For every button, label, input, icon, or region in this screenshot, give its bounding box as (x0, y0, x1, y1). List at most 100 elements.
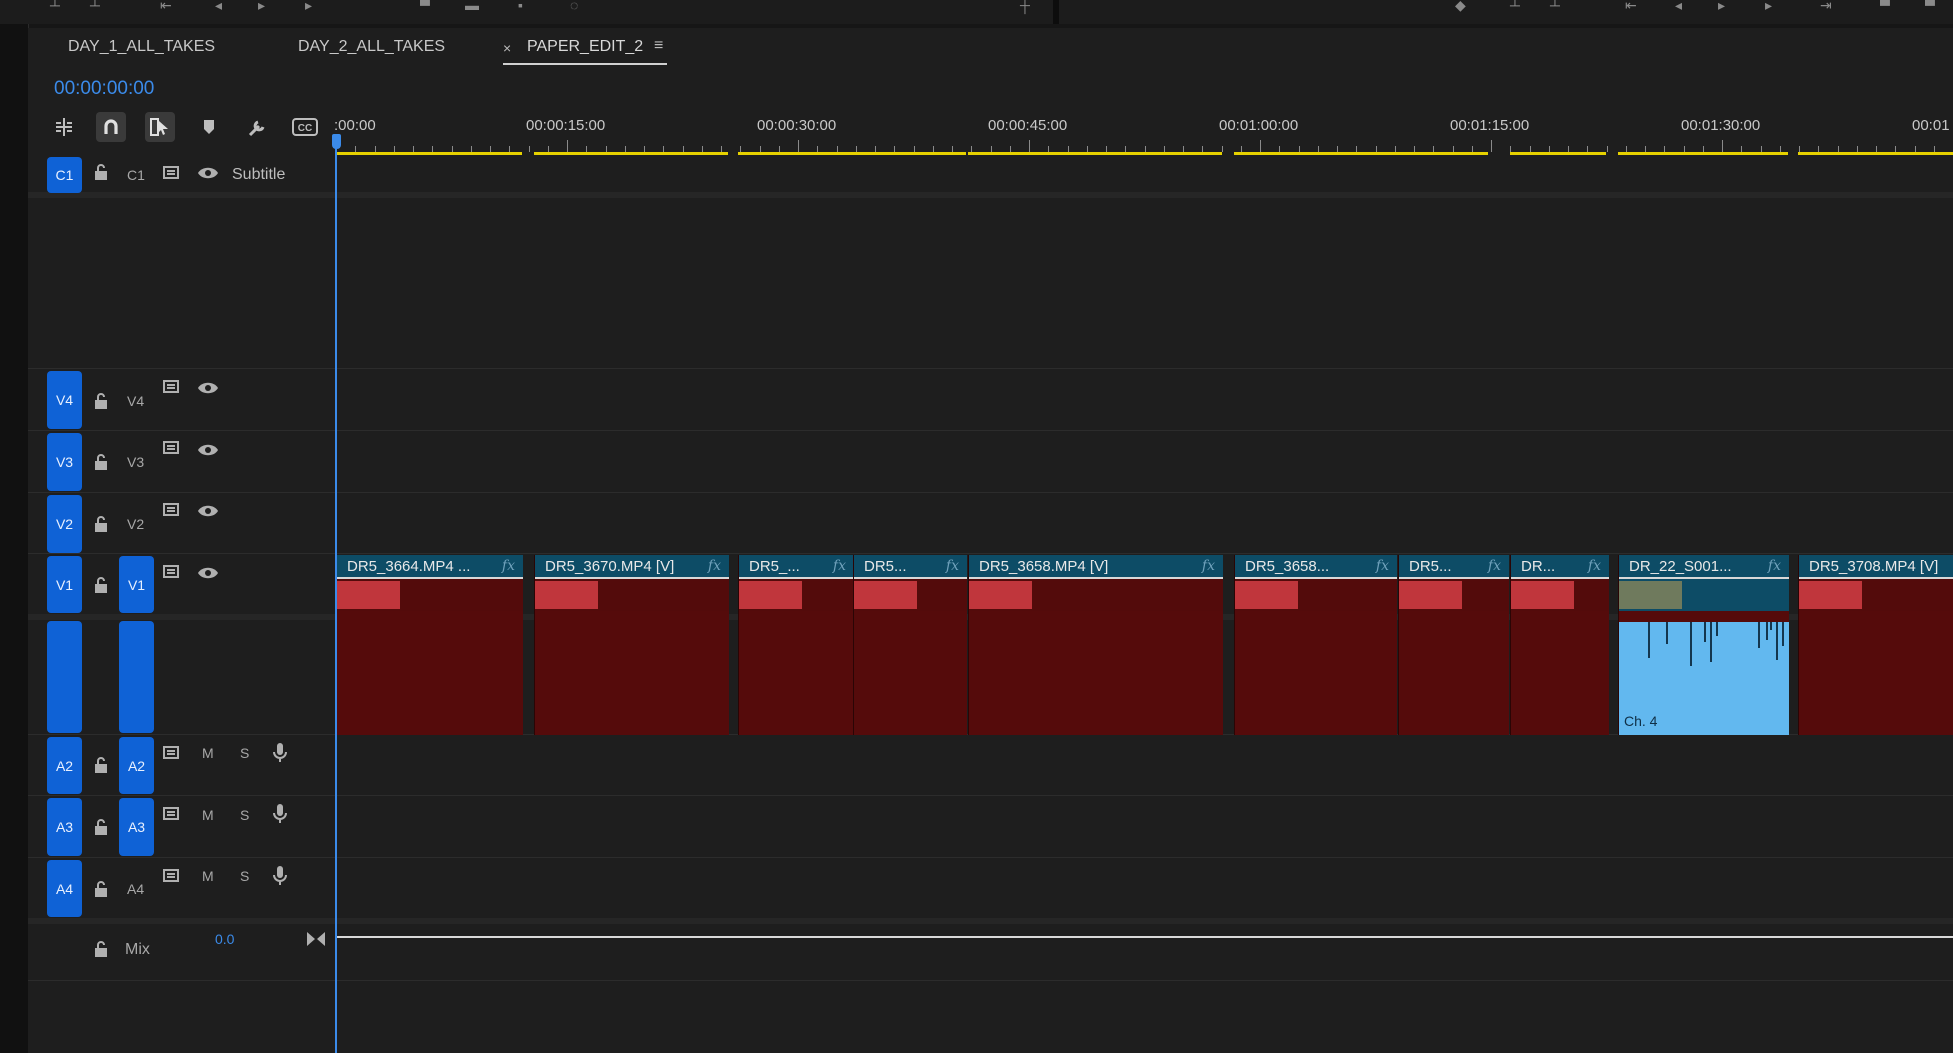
playhead-timecode[interactable]: 00:00:00:00 (54, 78, 154, 100)
fx-badge[interactable]: fx (1202, 558, 1215, 574)
fx-badge[interactable]: fx (708, 558, 721, 574)
eye-icon[interactable] (197, 566, 219, 585)
video-track-target-v4[interactable]: V4 (47, 371, 82, 429)
timeline-clip[interactable]: DR5_3658... fx (1234, 555, 1397, 735)
lock-icon[interactable] (93, 163, 109, 186)
insert-icon[interactable]: ▀ (420, 0, 430, 12)
mark-in-icon[interactable]: ┴ (50, 0, 60, 12)
lock-icon[interactable] (93, 515, 109, 538)
play-icon-2[interactable]: ▸ (1718, 0, 1725, 12)
mute-button[interactable]: M (202, 868, 214, 884)
sync-lock-icon[interactable] (163, 868, 183, 889)
insert-icon-2[interactable]: ▀ (1880, 0, 1890, 12)
lock-icon[interactable] (93, 756, 109, 779)
timeline-clip[interactable]: DR5... fx (1398, 555, 1509, 735)
linked-selection-icon[interactable] (145, 112, 175, 142)
mark-out-icon-2[interactable]: ┴ (1550, 0, 1560, 12)
sync-lock-icon[interactable] (163, 564, 183, 585)
fx-badge[interactable]: fx (1488, 558, 1501, 574)
timeline-clip-selected[interactable]: DR_22_S001... fx Ch. 4 (1618, 555, 1789, 735)
clip-audio[interactable] (337, 622, 523, 735)
clip-video[interactable]: DR5_3708.MP4 [V] (1799, 555, 1953, 611)
add-button-icon[interactable]: ┼ (1020, 0, 1030, 12)
clip-video[interactable]: DR5_3664.MP4 ... fx (337, 555, 523, 611)
add-marker-icon[interactable] (194, 112, 224, 142)
overwrite-icon-2[interactable]: ▀ (1925, 0, 1935, 12)
timeline-clip[interactable]: DR5_3708.MP4 [V] (1798, 555, 1953, 735)
playhead-handle[interactable] (332, 134, 341, 149)
fx-badge[interactable]: fx (1376, 558, 1389, 574)
audio-track-target-a3[interactable]: A3 (47, 798, 82, 856)
clip-video[interactable]: DR... fx (1511, 555, 1609, 611)
clip-video[interactable]: DR5... fx (854, 555, 967, 611)
go-to-edit-icon[interactable] (306, 931, 326, 952)
lock-icon[interactable] (93, 576, 109, 599)
sync-lock-icon[interactable] (163, 440, 183, 461)
step-forward-icon-2[interactable]: ▸ (1765, 0, 1772, 12)
clip-video[interactable]: DR5_... fx (739, 555, 854, 611)
mark-out-icon[interactable]: ┴ (90, 0, 100, 12)
mute-button[interactable]: M (202, 807, 214, 823)
play-icon[interactable]: ▸ (258, 0, 265, 12)
step-back-icon[interactable]: ◂ (215, 0, 222, 12)
export-frame-icon[interactable]: ▪ (518, 0, 523, 12)
sync-lock-icon[interactable] (163, 165, 183, 186)
timeline-clip[interactable]: DR5_3670.MP4 [V] fx (534, 555, 729, 735)
video-track-target-v2[interactable]: V2 (47, 495, 82, 553)
lock-icon[interactable] (93, 940, 109, 963)
clip-video[interactable]: DR5_3670.MP4 [V] fx (535, 555, 729, 611)
sync-lock-icon[interactable] (163, 745, 183, 766)
playhead-line[interactable] (335, 140, 337, 1053)
clip-video[interactable]: DR5_3658.MP4 [V] fx (969, 555, 1223, 611)
mute-button[interactable]: M (202, 745, 214, 761)
fx-badge[interactable]: fx (1588, 558, 1601, 574)
eye-icon[interactable] (197, 504, 219, 523)
tab-paper-edit-2[interactable]: PAPER_EDIT_2 (527, 38, 643, 56)
source-patch-v1[interactable]: V1 (119, 556, 154, 613)
source-patch-a2[interactable]: A2 (119, 737, 154, 794)
step-forward-icon[interactable]: ▸ (305, 0, 312, 12)
sync-lock-icon[interactable] (163, 379, 183, 400)
clip-video[interactable]: DR5... fx (1399, 555, 1509, 611)
timeline-clip[interactable]: DR5_3664.MP4 ... fx (336, 555, 523, 735)
eye-icon[interactable] (197, 166, 219, 185)
go-to-in-icon[interactable]: ⇤ (160, 0, 172, 12)
clip-audio[interactable] (854, 622, 967, 735)
fx-badge[interactable]: fx (833, 558, 846, 574)
insert-nest-icon[interactable] (49, 112, 79, 142)
source-patch-a1[interactable] (119, 621, 154, 733)
clip-audio[interactable] (1799, 622, 1953, 735)
microphone-icon[interactable] (273, 865, 287, 892)
timeline-clip[interactable]: DR5_... fx (738, 555, 854, 735)
marker-icon[interactable]: ◆ (1455, 0, 1466, 12)
go-to-out-icon-2[interactable]: ⇥ (1820, 0, 1832, 12)
sync-lock-icon[interactable] (163, 502, 183, 523)
solo-button[interactable]: S (240, 807, 249, 823)
mix-volume-value[interactable]: 0.0 (215, 931, 234, 947)
mark-in-icon-2[interactable]: ┴ (1510, 0, 1520, 12)
tab-day-2-all-takes[interactable]: DAY_2_ALL_TAKES (298, 38, 445, 56)
fx-badge[interactable]: fx (502, 558, 515, 574)
clip-audio[interactable] (535, 622, 729, 735)
step-back-icon-2[interactable]: ◂ (1675, 0, 1682, 12)
go-to-in-icon-2[interactable]: ⇤ (1625, 0, 1637, 12)
lock-icon[interactable] (93, 392, 109, 415)
clip-audio[interactable] (1235, 622, 1397, 735)
clip-video[interactable]: DR5_3658... fx (1235, 555, 1397, 611)
comparison-icon[interactable]: ◌ (570, 0, 578, 12)
sync-lock-icon[interactable] (163, 806, 183, 827)
captions-icon[interactable]: CC (290, 112, 320, 142)
overwrite-icon[interactable]: ▬ (465, 0, 479, 12)
timeline-clip[interactable]: DR5... fx (853, 555, 967, 735)
microphone-icon[interactable] (273, 803, 287, 830)
video-track-target-v1[interactable]: V1 (47, 556, 82, 613)
caption-track-target-c1[interactable]: C1 (47, 157, 82, 193)
lock-icon[interactable] (93, 880, 109, 903)
lock-icon[interactable] (93, 453, 109, 476)
eye-icon[interactable] (197, 381, 219, 400)
wrench-settings-icon[interactable] (242, 112, 272, 142)
snap-magnet-icon[interactable] (96, 112, 126, 142)
fx-badge[interactable]: fx (946, 558, 959, 574)
audio-track-target-a4[interactable]: A4 (47, 860, 82, 917)
mix-volume-line[interactable] (336, 936, 1953, 938)
